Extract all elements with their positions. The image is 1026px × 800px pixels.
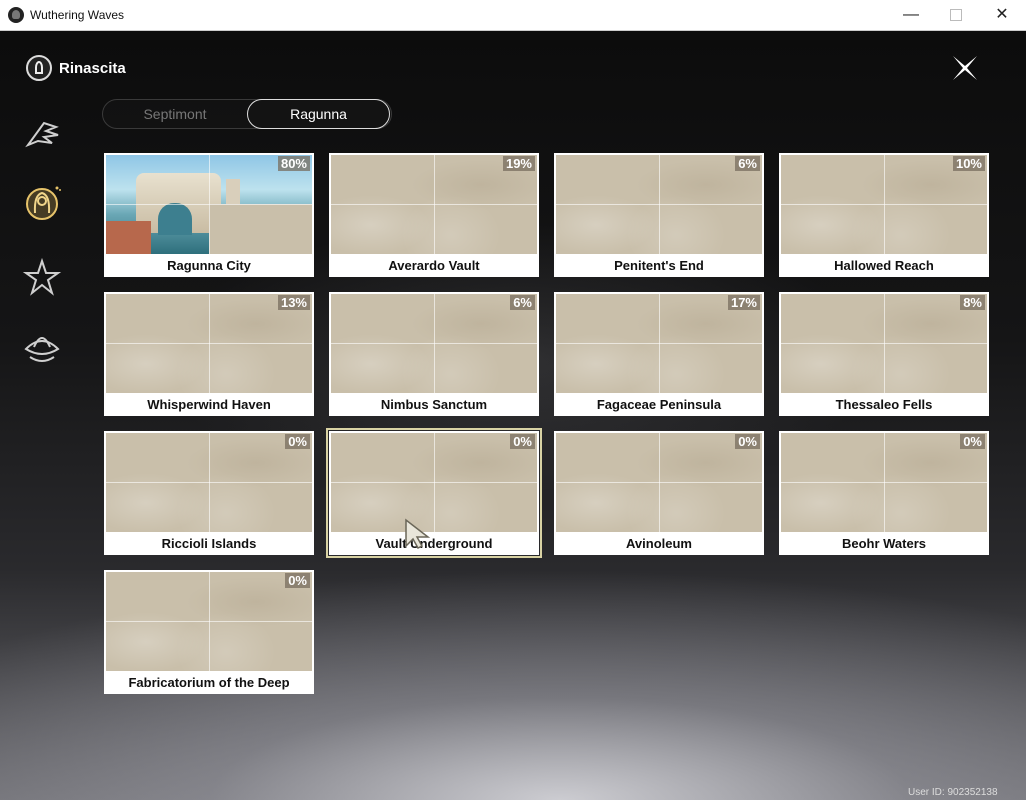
- region-card-penitents-end[interactable]: 6% Penitent's End: [554, 153, 764, 277]
- progress-badge: 0%: [510, 434, 535, 449]
- region-thumbnail: [106, 572, 312, 671]
- city-roof: [106, 221, 151, 254]
- region-card-averardo-vault[interactable]: 19% Averardo Vault: [329, 153, 539, 277]
- tab-ragunna[interactable]: Ragunna: [247, 99, 390, 129]
- region-card-ragunna-city[interactable]: 80% Ragunna City: [104, 153, 314, 277]
- region-card-thessaleo-fells[interactable]: 8% Thessaleo Fells: [779, 292, 989, 416]
- region-name: Averardo Vault: [388, 258, 480, 273]
- unexplored-quadrant: [209, 204, 312, 254]
- game-screen: Rinascita Septimont Ragunna 80% Ragunna …: [0, 31, 1026, 800]
- star-emblem-icon[interactable]: [22, 257, 62, 297]
- region-name: Nimbus Sanctum: [380, 397, 488, 412]
- region-name: Hallowed Reach: [834, 258, 934, 273]
- progress-badge: 0%: [285, 434, 310, 449]
- region-thumbnail: [781, 294, 987, 393]
- region-name: Avinoleum: [626, 536, 692, 551]
- lotus-emblem-icon[interactable]: [22, 327, 62, 367]
- maximize-icon: [950, 8, 962, 21]
- region-card-vault-underground[interactable]: 0% Vault Underground: [326, 428, 542, 558]
- rinascita-emblem-icon: [26, 55, 52, 81]
- progress-badge: 6%: [510, 295, 535, 310]
- progress-badge: 0%: [735, 434, 760, 449]
- window-titlebar: Wuthering Waves — ✕: [0, 0, 1026, 31]
- region-title: Rinascita: [59, 60, 126, 77]
- window-close-button[interactable]: ✕: [979, 0, 1025, 30]
- region-name: Vault Underground: [375, 536, 493, 551]
- region-card-hallowed-reach[interactable]: 10% Hallowed Reach: [779, 153, 989, 277]
- region-thumbnail: [331, 433, 537, 532]
- character-emblem-icon[interactable]: [22, 183, 62, 223]
- region-thumbnail: [781, 433, 987, 532]
- region-name: Penitent's End: [614, 258, 704, 273]
- region-thumbnail: [106, 433, 312, 532]
- region-thumbnail: [556, 155, 762, 254]
- region-name: Beohr Waters: [841, 536, 927, 551]
- region-card-whisperwind-haven[interactable]: 13% Whisperwind Haven: [104, 292, 314, 416]
- region-card-riccioli-islands[interactable]: 0% Riccioli Islands: [104, 431, 314, 555]
- progress-badge: 13%: [277, 295, 310, 310]
- region-card-nimbus-sanctum[interactable]: 6% Nimbus Sanctum: [329, 292, 539, 416]
- region-thumbnail: [331, 294, 537, 393]
- region-name: Thessaleo Fells: [835, 397, 933, 412]
- progress-badge: 17%: [727, 295, 760, 310]
- progress-badge: 6%: [735, 156, 760, 171]
- minimize-button[interactable]: —: [888, 0, 934, 30]
- wing-emblem-icon[interactable]: [22, 115, 62, 155]
- region-name: Riccioli Islands: [161, 536, 257, 551]
- region-thumbnail: [556, 433, 762, 532]
- progress-badge: 10%: [952, 156, 985, 171]
- progress-badge: 0%: [960, 434, 985, 449]
- region-card-beohr-waters[interactable]: 0% Beohr Waters: [779, 431, 989, 555]
- progress-badge: 8%: [960, 295, 985, 310]
- progress-badge: 19%: [502, 156, 535, 171]
- region-name: Whisperwind Haven: [147, 397, 271, 412]
- area-tab-bar: Septimont Ragunna: [102, 99, 392, 129]
- user-id: User ID: 902352138: [908, 787, 998, 798]
- region-name: Fabricatorium of the Deep: [128, 675, 290, 690]
- region-card-fabricatorium-of-the-deep[interactable]: 0% Fabricatorium of the Deep: [104, 570, 314, 694]
- app-icon: [8, 7, 24, 23]
- region-name: Fagaceae Peninsula: [596, 397, 722, 412]
- progress-badge: 80%: [277, 156, 310, 171]
- region-card-avinoleum[interactable]: 0% Avinoleum: [554, 431, 764, 555]
- city-arch: [158, 203, 192, 235]
- region-card-fagaceae-peninsula[interactable]: 17% Fagaceae Peninsula: [554, 292, 764, 416]
- window-title: Wuthering Waves: [30, 8, 125, 22]
- progress-badge: 0%: [285, 573, 310, 588]
- maximize-button[interactable]: [933, 0, 979, 30]
- close-icon[interactable]: [950, 53, 980, 83]
- region-name: Ragunna City: [167, 258, 251, 273]
- tab-septimont[interactable]: Septimont: [103, 100, 247, 128]
- mouse-cursor-icon: [405, 518, 431, 549]
